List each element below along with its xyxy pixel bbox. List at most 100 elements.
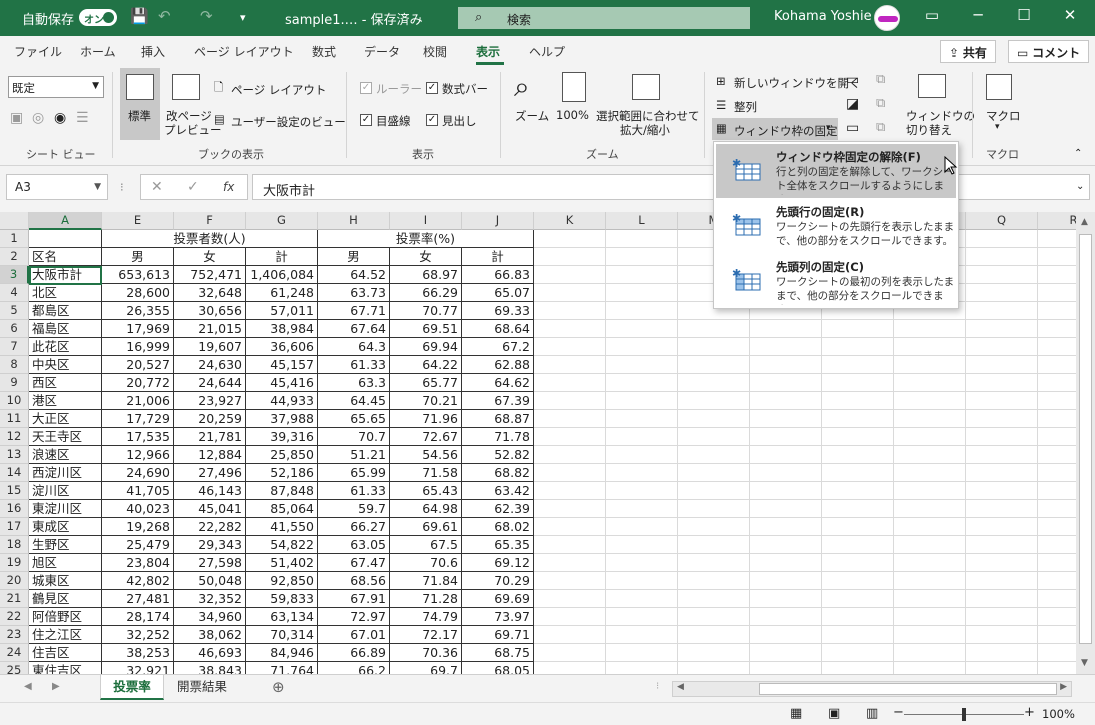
ward-name-cell[interactable]: 住之江区 (29, 626, 102, 644)
value-cell[interactable]: 63.42 (462, 482, 534, 500)
next-sheet-icon[interactable]: ▶ (52, 681, 60, 692)
grid-cell[interactable] (606, 482, 678, 500)
menu-item-freeze-top-row[interactable]: ✱ 先頭行の固定(R) ワークシートの先頭行を表示したままで、他の部分をスクロー… (716, 199, 956, 253)
value-cell[interactable]: 34,960 (174, 608, 246, 626)
sheet-tab-voting-rate[interactable]: 投票率 (100, 675, 164, 700)
expand-formula-icon[interactable]: ⌄ (1076, 181, 1084, 192)
value-cell[interactable]: 71.28 (390, 590, 462, 608)
value-cell[interactable]: 61,248 (246, 284, 318, 302)
vertical-scrollbar[interactable]: ▲ ▼ (1076, 212, 1095, 674)
collapse-ribbon-icon[interactable]: ⌃ (1074, 148, 1082, 159)
grid-cell[interactable] (534, 392, 606, 410)
grid-cell[interactable] (894, 392, 966, 410)
grid-cell[interactable] (606, 662, 678, 674)
grid-cell[interactable] (606, 572, 678, 590)
grid-cell[interactable] (822, 626, 894, 644)
normal-view-icon[interactable]: ▦ (790, 706, 802, 721)
redo-icon[interactable]: ↷ (200, 7, 213, 25)
header-votes[interactable]: 投票者数(人) (102, 230, 318, 248)
value-cell[interactable]: 70.6 (390, 554, 462, 572)
value-cell[interactable]: 61.33 (318, 482, 390, 500)
value-cell[interactable]: 59.7 (318, 500, 390, 518)
grid-cell[interactable] (534, 428, 606, 446)
grid-cell[interactable] (534, 590, 606, 608)
row-header[interactable]: 24 (0, 644, 29, 662)
column-header[interactable]: L (606, 212, 678, 230)
menu-item-freeze-first-column[interactable]: ✱ 先頭列の固定(C) ワークシートの最初の列を表示したままで、他の部分をスクロ… (716, 254, 956, 308)
ribbon-display-icon[interactable]: ▭ (920, 6, 944, 24)
ward-name-cell[interactable]: 住吉区 (29, 644, 102, 662)
row-header[interactable]: 12 (0, 428, 29, 446)
value-cell[interactable]: 69.12 (462, 554, 534, 572)
value-cell[interactable]: 70,314 (246, 626, 318, 644)
grid-cell[interactable] (822, 374, 894, 392)
value-cell[interactable]: 37,988 (246, 410, 318, 428)
avatar[interactable] (874, 5, 900, 31)
row-header[interactable]: 5 (0, 302, 29, 320)
grid-cell[interactable] (894, 320, 966, 338)
value-cell[interactable]: 66.27 (318, 518, 390, 536)
comment-button[interactable]: ▭ コメント (1008, 40, 1090, 63)
page-break-preview-icon[interactable] (172, 74, 200, 100)
grid-cell[interactable] (966, 626, 1038, 644)
value-cell[interactable]: 70.29 (462, 572, 534, 590)
ward-name-cell[interactable]: 東成区 (29, 518, 102, 536)
grid-cell[interactable] (534, 410, 606, 428)
grid-cell[interactable] (894, 428, 966, 446)
grid-cell[interactable] (966, 356, 1038, 374)
value-cell[interactable]: 68.82 (462, 464, 534, 482)
value-cell[interactable]: 61.33 (318, 356, 390, 374)
insert-function-icon[interactable]: fx (223, 180, 234, 194)
grid-cell[interactable] (534, 374, 606, 392)
value-cell[interactable]: 30,656 (174, 302, 246, 320)
page-break-label-2[interactable]: プレビュー (164, 122, 222, 138)
grid-cell[interactable] (894, 356, 966, 374)
side-by-side-icon[interactable]: ⧉ (876, 72, 885, 87)
exit-view-icon[interactable]: ◎ (32, 110, 44, 126)
value-cell[interactable]: 64.98 (390, 500, 462, 518)
row-header[interactable]: 4 (0, 284, 29, 302)
options-icon[interactable]: ☰ (76, 110, 89, 126)
value-cell[interactable]: 65.77 (390, 374, 462, 392)
value-cell[interactable]: 70.77 (390, 302, 462, 320)
tab-review[interactable]: 校閲 (423, 43, 447, 60)
value-cell[interactable]: 67.5 (390, 536, 462, 554)
grid-cell[interactable] (966, 446, 1038, 464)
value-cell[interactable]: 46,693 (174, 644, 246, 662)
active-cell[interactable] (29, 266, 102, 285)
table-header-cell[interactable]: 計 (246, 248, 318, 266)
grid-cell[interactable] (1038, 464, 1076, 482)
grid-cell[interactable] (750, 554, 822, 572)
enter-icon[interactable]: ✓ (187, 179, 199, 195)
value-cell[interactable]: 653,613 (102, 266, 174, 284)
zoom-selection-label-2[interactable]: 拡大/縮小 (620, 122, 670, 138)
row-header[interactable]: 19 (0, 554, 29, 572)
grid-cell[interactable] (750, 410, 822, 428)
value-cell[interactable]: 12,884 (174, 446, 246, 464)
page-layout-button[interactable]: ページ レイアウト (231, 82, 326, 98)
window-title[interactable]: sample1.… - 保存済み (285, 9, 423, 28)
grid-cell[interactable] (678, 374, 750, 392)
value-cell[interactable]: 65.35 (462, 536, 534, 554)
zoom-icon[interactable]: ⌕ (514, 70, 530, 104)
ward-name-cell[interactable]: 東淀川区 (29, 500, 102, 518)
column-header[interactable]: G (246, 212, 318, 230)
scroll-right-icon[interactable]: ▶ (1060, 682, 1067, 692)
grid-cell[interactable] (894, 374, 966, 392)
value-cell[interactable]: 1,406,084 (246, 266, 318, 284)
column-header[interactable]: I (390, 212, 462, 230)
grid-cell[interactable] (750, 500, 822, 518)
value-cell[interactable]: 65.65 (318, 410, 390, 428)
grid-cell[interactable] (822, 500, 894, 518)
grid-cell[interactable] (1038, 590, 1076, 608)
value-cell[interactable]: 51.21 (318, 446, 390, 464)
grid-cell[interactable] (534, 554, 606, 572)
grid-cell[interactable] (1038, 500, 1076, 518)
value-cell[interactable]: 64.3 (318, 338, 390, 356)
grid-cell[interactable] (1038, 428, 1076, 446)
grid-cell[interactable] (606, 608, 678, 626)
value-cell[interactable]: 22,282 (174, 518, 246, 536)
value-cell[interactable]: 68.02 (462, 518, 534, 536)
value-cell[interactable]: 39,316 (246, 428, 318, 446)
grid-cell[interactable] (534, 248, 606, 266)
